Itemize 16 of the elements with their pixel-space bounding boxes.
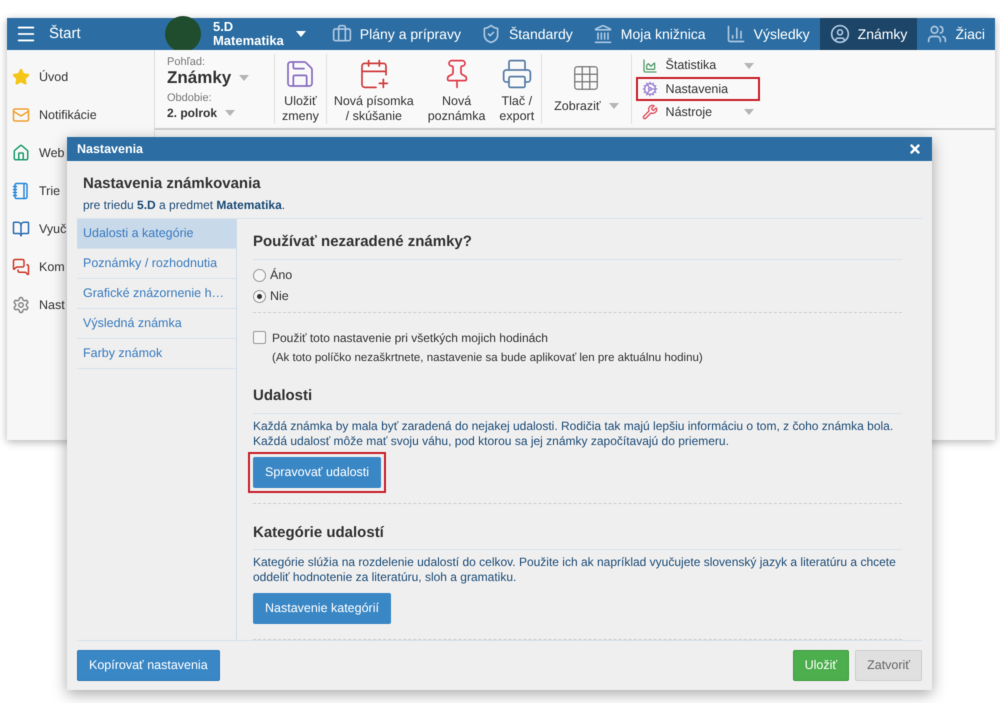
checkbox-note: (Ak toto políčko nezaškrtnete, nastavenie sa bude aplikovať len pre aktuálnu hodinu) xyxy=(271,350,704,366)
dialog-title: Nastavenia xyxy=(77,140,144,158)
section-text: Kategórie slúžia na rozdelenie udalostí do celkov. Použite ich ak napríklad vyučujete slovenský jazyk a literatúru a chcete oddeliť hodnotenie za literatúru, sloh a gramatiku. xyxy=(253,555,897,586)
radio-label: Nie xyxy=(270,288,289,306)
period-label: Obdobie: xyxy=(167,92,213,104)
subject-name: Matematika xyxy=(212,34,284,48)
class-name: 5.D xyxy=(212,20,234,34)
section-heading: Používať nezaradené známky? xyxy=(253,230,902,260)
section-text: Každá známka by mala byť zaradená do nejakej udalosti. Rodičia tak majú lepšiu informáciu o tom, z čoho známka bola. Každá udalosť môže mať svoju váhu, pod ktorou sa jej známky započítavajú do priemeru. xyxy=(253,418,894,449)
section-heading: Kategórie udalostí xyxy=(253,522,902,550)
section-heading: Udalosti xyxy=(253,385,902,414)
radio-label: Áno xyxy=(270,267,292,284)
view-label: Pohľad: xyxy=(167,56,206,68)
checkbox-label: Použiť toto nastavenie pri všetkých mojich hodinách xyxy=(272,330,548,347)
dialog-subtitle: pre triedu 5.D a predmet Matematika. xyxy=(83,196,286,214)
dialog-heading: Nastavenia známkovania xyxy=(83,174,262,194)
